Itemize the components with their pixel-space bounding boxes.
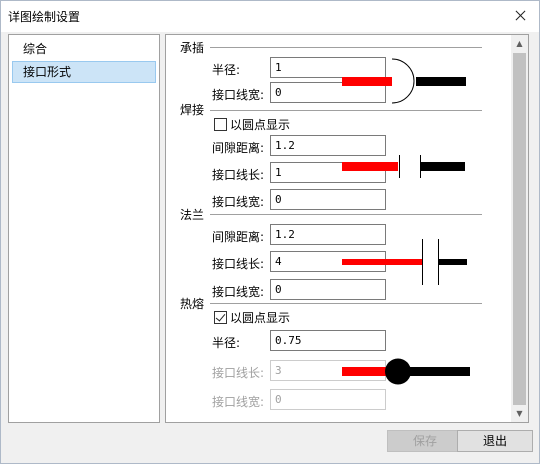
fusion-line-width-label: 接口线宽: <box>212 395 265 409</box>
save-button[interactable]: 保存 <box>387 430 463 452</box>
weld-show-dot-checkbox[interactable]: 以圆点显示 <box>214 116 290 133</box>
exit-button[interactable]: 退出 <box>457 430 533 452</box>
fusion-show-dot-label: 以圆点显示 <box>230 311 291 325</box>
scroll-up-icon[interactable]: ▲ <box>511 35 528 52</box>
fusion-radius-label: 半径: <box>212 336 241 350</box>
nav-item-joint-type[interactable]: 接口形式 <box>12 61 156 83</box>
settings-panel: 承插 半径: 1 接口线宽: 0 焊接 以圆点显示 间隙距离: 1.2 接口线长… <box>165 34 529 423</box>
checkbox-box[interactable] <box>214 118 227 131</box>
weld-show-dot-label: 以圆点显示 <box>230 118 291 132</box>
flange-joint-illustration <box>342 239 467 285</box>
scroll-down-icon[interactable]: ▼ <box>511 405 528 422</box>
section-title-socket: 承插 <box>180 41 205 55</box>
section-divider <box>210 303 482 304</box>
close-icon[interactable] <box>505 3 535 29</box>
weld-gap-label: 间隙距离: <box>212 141 265 155</box>
title-bar: 详图绘制设置 <box>1 1 539 32</box>
category-list: 综合 接口形式 <box>8 34 160 423</box>
weld-line-length-label: 接口线长: <box>212 168 265 182</box>
section-divider <box>210 110 482 111</box>
section-title-fusion: 热熔 <box>180 297 205 311</box>
vertical-scrollbar[interactable]: ▲ ▼ <box>511 35 528 422</box>
scroll-thumb[interactable] <box>513 53 526 405</box>
fusion-joint-illustration <box>342 358 470 385</box>
flange-gap-label: 间隙距离: <box>212 230 265 244</box>
fusion-show-dot-checkbox[interactable]: 以圆点显示 <box>214 309 290 326</box>
checkbox-box[interactable] <box>214 311 227 324</box>
fusion-line-length-label: 接口线长: <box>212 366 265 380</box>
section-divider <box>210 214 482 215</box>
nav-item-general[interactable]: 综合 <box>12 38 156 60</box>
weld-line-width-input[interactable]: 0 <box>270 189 386 210</box>
flange-line-width-label: 接口线宽: <box>212 285 265 299</box>
flange-line-length-label: 接口线长: <box>212 257 265 271</box>
socket-radius-label: 半径: <box>212 63 241 77</box>
weld-joint-illustration <box>342 155 465 178</box>
section-title-flange: 法兰 <box>180 208 205 222</box>
socket-line-width-label: 接口线宽: <box>212 88 265 102</box>
weld-line-width-label: 接口线宽: <box>212 195 265 209</box>
section-divider <box>210 47 482 48</box>
window-title: 详图绘制设置 <box>8 10 81 24</box>
socket-joint-illustration <box>342 58 466 104</box>
section-title-weld: 焊接 <box>180 103 205 117</box>
fusion-radius-input[interactable]: 0.75 <box>270 330 386 351</box>
settings-dialog: 详图绘制设置 综合 接口形式 承插 半径: 1 接口线宽: 0 焊接 以圆点显示… <box>0 0 540 464</box>
fusion-line-width-input: 0 <box>270 389 386 410</box>
